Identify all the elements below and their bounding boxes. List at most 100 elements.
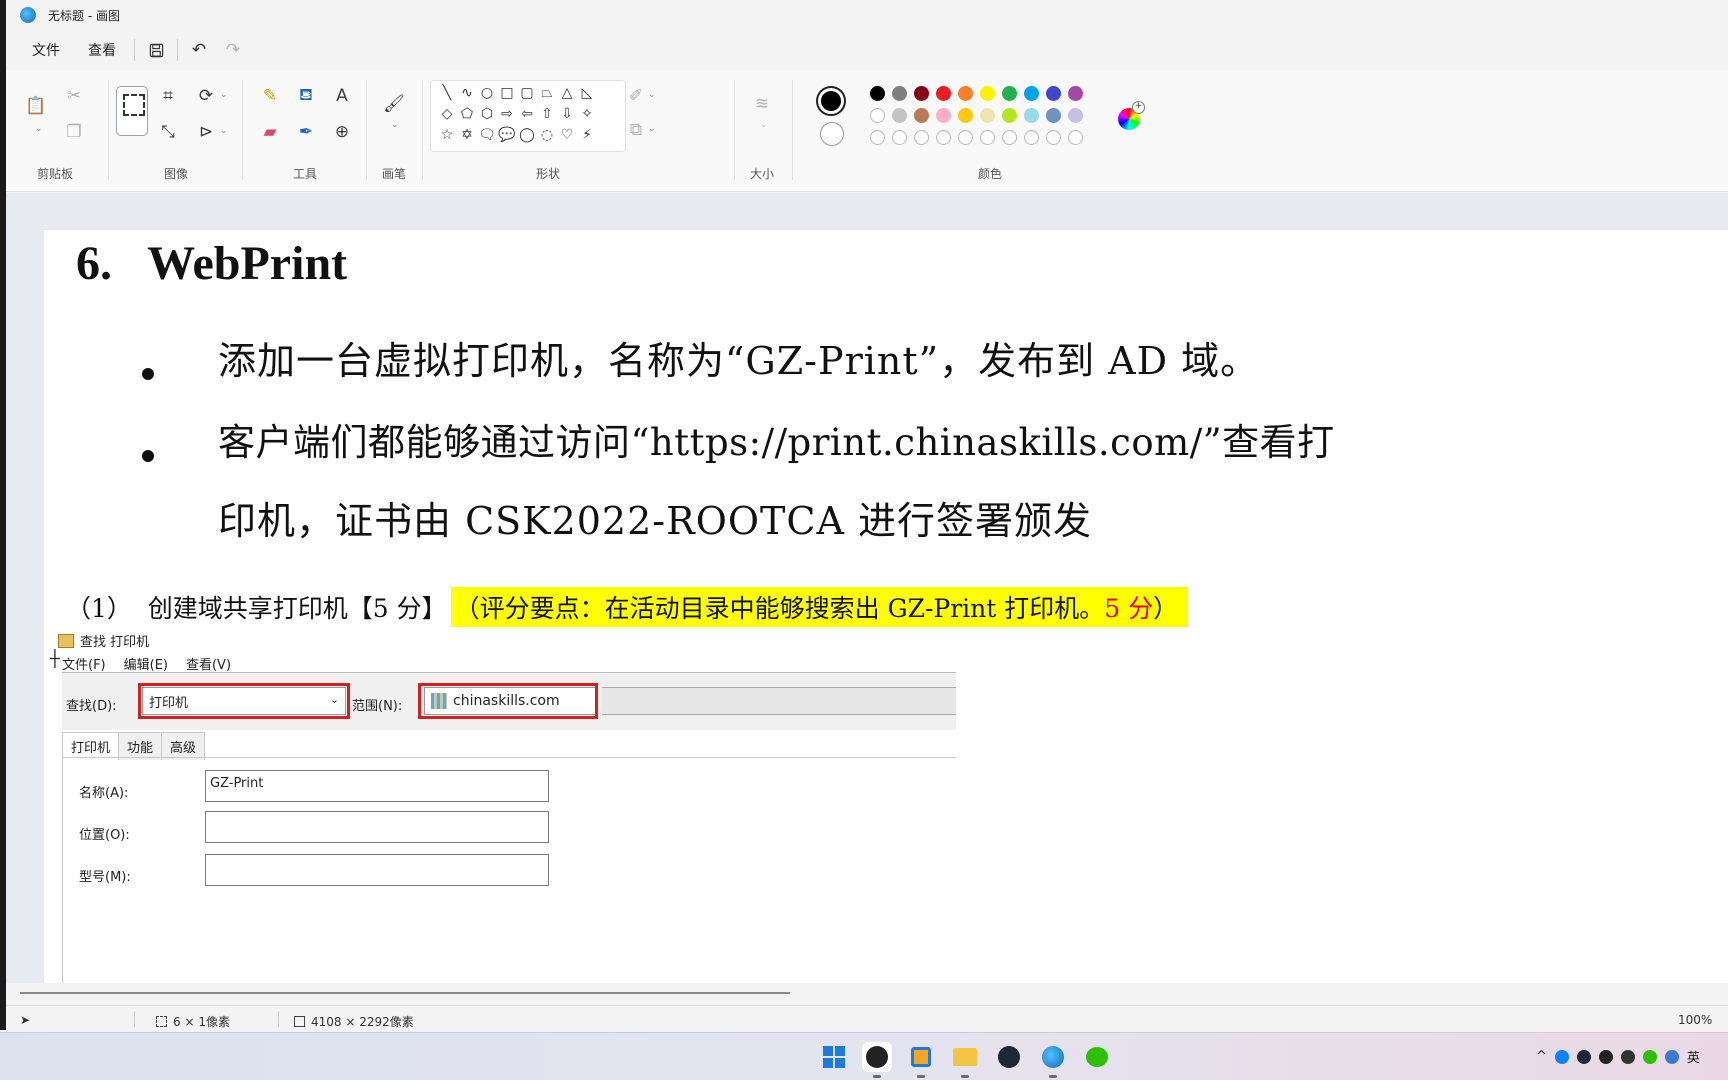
brush-icon[interactable]: 🖌 [380, 90, 408, 118]
color-swatch[interactable] [1002, 86, 1017, 101]
lightning-shape-icon[interactable]: ⚡ [577, 125, 597, 145]
color-swatch[interactable] [1002, 108, 1017, 123]
color-swatch[interactable] [914, 108, 929, 123]
edit-colors-icon[interactable] [1118, 101, 1145, 130]
custom-color-slot[interactable] [892, 130, 907, 145]
cut-icon[interactable]: ✂ [60, 82, 88, 110]
color-swatch[interactable] [980, 108, 995, 123]
magnifier-icon[interactable]: ⊕ [328, 118, 356, 146]
edge-tray-icon[interactable] [1554, 1049, 1569, 1064]
multitask-app-icon[interactable] [906, 1042, 936, 1078]
custom-color-slot[interactable] [914, 130, 929, 145]
steam-tray-icon[interactable] [1576, 1049, 1591, 1064]
speech-shape-icon[interactable]: ◌ [537, 125, 557, 145]
color-swatch[interactable] [914, 86, 929, 101]
resize-icon[interactable]: ⤡ [154, 118, 182, 146]
triangle-shape-icon[interactable]: △ [557, 83, 577, 103]
select-tool-button[interactable] [116, 86, 148, 136]
right-arrow-shape-icon[interactable]: ⇨ [497, 104, 517, 124]
right-triangle-shape-icon[interactable]: ◺ [577, 83, 597, 103]
wechat-tray-icon[interactable] [1642, 1049, 1657, 1064]
qq-tray-icon-2[interactable] [1620, 1049, 1635, 1064]
color-swatch[interactable] [1024, 86, 1039, 101]
rectangle-shape-icon[interactable]: □ [497, 83, 517, 103]
color-swatch[interactable] [1024, 108, 1039, 123]
cloud-callout-shape-icon[interactable]: ◯ [517, 125, 537, 145]
start-button[interactable] [819, 1042, 849, 1072]
oval-callout-shape-icon[interactable]: 💬 [497, 125, 517, 145]
menu-view[interactable]: 查看 [74, 34, 130, 66]
custom-color-slot[interactable] [1046, 130, 1061, 145]
rotate-dropdown-icon[interactable]: ⌄ [220, 90, 228, 100]
five-point-star-shape-icon[interactable]: ☆ [437, 125, 457, 145]
color-swatch[interactable] [958, 86, 973, 101]
down-arrow-shape-icon[interactable]: ⇩ [557, 104, 577, 124]
flip-dropdown-icon[interactable]: ⌄ [220, 126, 228, 136]
size-dropdown-icon[interactable]: ⌄ [760, 120, 768, 130]
menu-file[interactable]: 文件 [18, 34, 74, 66]
color-swatch[interactable] [870, 86, 885, 101]
custom-color-slot[interactable] [1068, 130, 1083, 145]
rounded-rectangle-shape-icon[interactable]: ▢ [517, 83, 537, 103]
color-swatch[interactable] [936, 108, 951, 123]
input-language[interactable]: 英 [1687, 1047, 1700, 1066]
color-picker-icon[interactable]: ✒ [292, 118, 320, 146]
rect-callout-shape-icon[interactable]: 🗨 [477, 125, 497, 145]
outline-dropdown-icon[interactable]: ⌄ [648, 90, 656, 100]
six-point-star-shape-icon[interactable]: ✡ [457, 125, 477, 145]
color-swatch[interactable] [936, 86, 951, 101]
steam-icon[interactable] [994, 1042, 1024, 1072]
file-explorer-icon[interactable] [950, 1042, 980, 1078]
hexagon-shape-icon[interactable]: ⬡ [477, 104, 497, 124]
color-swatch[interactable] [958, 108, 973, 123]
rotate-icon[interactable]: ⟳ [192, 82, 220, 110]
color-swatch[interactable] [980, 86, 995, 101]
paint-taskbar-icon[interactable] [1038, 1042, 1068, 1078]
custom-color-slot[interactable] [1024, 130, 1039, 145]
custom-color-slot[interactable] [1002, 130, 1017, 145]
volume-tray-icon[interactable] [1664, 1049, 1679, 1064]
secondary-color-button[interactable] [820, 122, 844, 146]
brush-dropdown-icon[interactable]: ⌄ [391, 120, 399, 130]
size-lines-icon[interactable]: ≋ [748, 90, 776, 118]
fill-icon[interactable]: ⛾ [292, 82, 320, 110]
redo-icon[interactable]: ↷ [216, 35, 250, 65]
paste-dropdown-icon[interactable]: ⌄ [35, 124, 43, 134]
polygon-shape-icon[interactable]: ⏢ [537, 83, 557, 103]
pentagon-shape-icon[interactable]: ⬠ [457, 104, 477, 124]
flip-icon[interactable]: ⊳ [192, 118, 220, 146]
diamond-shape-icon[interactable]: ◇ [437, 104, 457, 124]
text-icon[interactable]: A [328, 82, 356, 110]
save-icon[interactable] [139, 35, 173, 65]
color-swatch[interactable] [1068, 86, 1083, 101]
obs-icon[interactable] [862, 1042, 892, 1078]
four-point-star-shape-icon[interactable]: ✧ [577, 104, 597, 124]
color-swatch[interactable] [892, 108, 907, 123]
scrollbar-thumb[interactable] [20, 992, 790, 994]
undo-icon[interactable]: ↶ [182, 35, 216, 65]
wechat-icon[interactable] [1082, 1042, 1112, 1072]
heart-shape-icon[interactable]: ♡ [557, 125, 577, 145]
custom-color-slot[interactable] [870, 130, 885, 145]
oval-shape-icon[interactable]: ○ [477, 83, 497, 103]
horizontal-scrollbar[interactable] [6, 983, 1728, 1005]
paste-icon[interactable]: 📋 [22, 92, 50, 120]
copy-icon[interactable]: ❐ [60, 118, 88, 146]
color-swatch[interactable] [1046, 86, 1061, 101]
curve-shape-icon[interactable]: ∿ [457, 83, 477, 103]
zoom-level[interactable]: 100% [1678, 1013, 1712, 1027]
color-swatch[interactable] [1068, 108, 1083, 123]
up-arrow-shape-icon[interactable]: ⇧ [537, 104, 557, 124]
custom-color-slot[interactable] [936, 130, 951, 145]
custom-color-slot[interactable] [980, 130, 995, 145]
color-swatch[interactable] [870, 108, 885, 123]
line-shape-icon[interactable]: ╲ [437, 83, 457, 103]
primary-color-button[interactable] [816, 86, 846, 116]
left-arrow-shape-icon[interactable]: ⇦ [517, 104, 537, 124]
fill-style-icon[interactable]: ⧉ [622, 116, 650, 144]
eraser-icon[interactable]: ▰ [256, 118, 284, 146]
pencil-icon[interactable]: ✎ [256, 82, 284, 110]
color-swatch[interactable] [1046, 108, 1061, 123]
tray-overflow-icon[interactable]: ^ [1536, 1049, 1547, 1064]
outline-icon[interactable]: ✐ [622, 82, 650, 110]
